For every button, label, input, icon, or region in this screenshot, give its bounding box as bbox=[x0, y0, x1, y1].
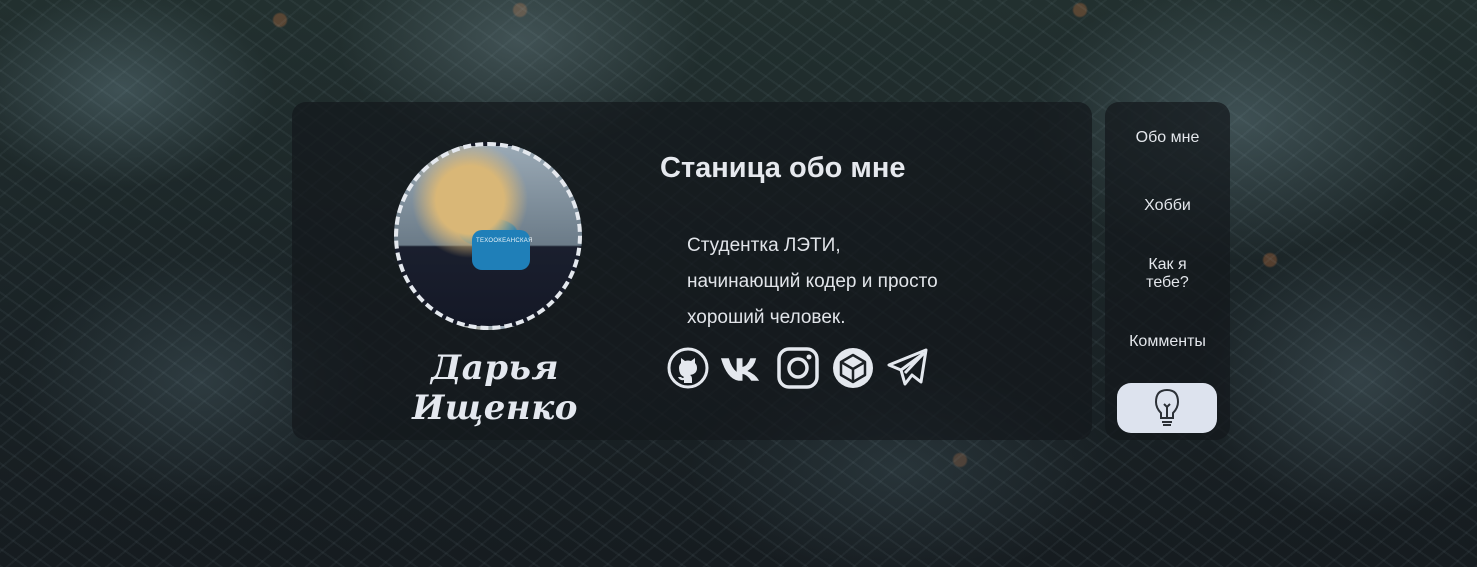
page-title: Станица обо мне bbox=[660, 152, 906, 184]
instagram-link[interactable] bbox=[774, 346, 821, 390]
github-icon bbox=[667, 347, 708, 389]
social-links bbox=[664, 346, 931, 390]
lightbulb-icon bbox=[1154, 388, 1180, 426]
telegram-icon bbox=[887, 348, 927, 386]
codesandbox-link[interactable] bbox=[829, 346, 876, 390]
nav-item-about[interactable]: Обо мне bbox=[1105, 129, 1230, 147]
avatar: ТЕХООКЕАНСКАЯ bbox=[394, 142, 582, 330]
telegram-link[interactable] bbox=[884, 346, 931, 390]
side-navigation: Обо мне Хобби Как я тебе? Комменты bbox=[1105, 102, 1230, 440]
theme-toggle-button[interactable] bbox=[1117, 383, 1217, 433]
nav-item-comments[interactable]: Комменты bbox=[1105, 333, 1230, 351]
nav-item-how-am-i[interactable]: Как я тебе? bbox=[1105, 256, 1230, 292]
vk-icon bbox=[720, 358, 760, 381]
instagram-icon bbox=[776, 347, 819, 389]
github-link[interactable] bbox=[664, 346, 711, 390]
bio-text: Студентка ЛЭТИ, начинающий кодер и прост… bbox=[687, 235, 938, 328]
avatar-mask: ТЕХООКЕАНСКАЯ bbox=[472, 230, 533, 270]
profile-name: Дарья Ищенко bbox=[412, 348, 578, 428]
vk-link[interactable] bbox=[719, 346, 766, 390]
avatar-mask-text: ТЕХООКЕАНСКАЯ bbox=[476, 238, 533, 244]
nav-item-hobby[interactable]: Хобби bbox=[1105, 197, 1230, 215]
codesandbox-icon bbox=[832, 348, 873, 388]
